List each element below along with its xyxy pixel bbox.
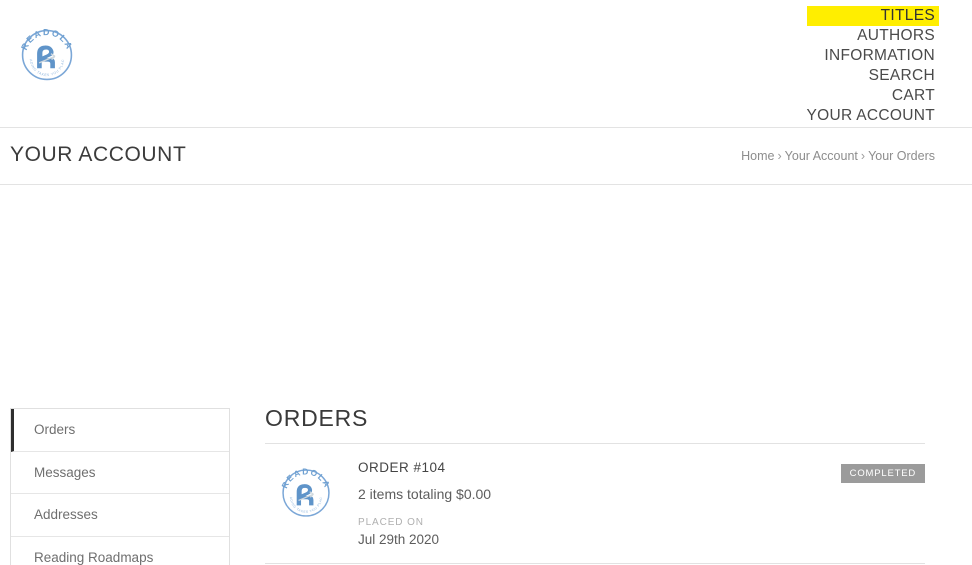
site-logo[interactable]: READOLA READING TAKES YOU PLACES [14,22,80,88]
main-navigation: TITLES AUTHORS INFORMATION SEARCH CART Y… [806,6,939,146]
sidebar-item-addresses[interactable]: Addresses [11,494,229,537]
sidebar-item-label: Messages [34,464,96,480]
nav-item-information[interactable]: INFORMATION [807,46,935,66]
breadcrumb-item-your-orders[interactable]: Your Orders [868,149,935,163]
status-badge: COMPLETED [840,464,925,483]
sidebar-item-label: Addresses [34,507,98,522]
sidebar-item-label: Reading Roadmaps [34,549,154,565]
order-items-summary: 2 items totaling $0.00 [358,486,492,502]
section-title: ORDERS [265,405,369,431]
page-title-bar: YOUR ACCOUNT Home › Your Account › Your Orde… [0,128,972,185]
nav-item-authors[interactable]: AUTHORS [807,26,935,46]
sidebar-item-orders[interactable]: Orders [11,409,229,452]
account-sidebar: Orders Messages Addresses Reading Roadma… [10,408,230,565]
order-placed-label: PLACED ON [358,517,424,528]
page-body: Orders Messages Addresses Reading Roadma… [0,185,972,565]
table-row[interactable]: READOLA READING TAKES YOU PLACES ORDER #… [265,444,925,564]
breadcrumb-item-your-account[interactable]: Your Account [785,149,858,163]
breadcrumb-separator: › [860,149,866,163]
sidebar-item-label: Orders [34,422,76,437]
nav-item-cart[interactable]: CART [807,86,935,106]
order-placed-date: Jul 29th 2020 [358,532,440,547]
nav-item-titles[interactable]: TITLES [806,6,939,26]
site-header: READOLA READING TAKES YOU PLACES TITLES … [0,0,972,144]
order-thumbnail: READOLA READING TAKES YOU PLACES [275,462,337,524]
breadcrumb: Home › Your Account › Your Orders [741,149,935,163]
breadcrumb-item-home[interactable]: Home [741,149,774,163]
sidebar-item-messages[interactable]: Messages [11,451,229,494]
page-title: YOUR ACCOUNT [10,143,187,166]
sidebar-item-reading-roadmaps[interactable]: Reading Roadmaps [11,536,229,565]
readola-circular-logo-icon: READOLA READING TAKES YOU PLACES [275,462,331,517]
nav-item-search[interactable]: SEARCH [807,66,935,86]
orders-panel: ORDERS READOLA READING TAKES YOU PLACES [265,405,925,565]
nav-item-your-account[interactable]: YOUR ACCOUNT [807,106,935,126]
breadcrumb-separator: › [777,149,782,163]
readola-circular-logo-icon: READOLA READING TAKES YOU PLACES [14,22,73,81]
